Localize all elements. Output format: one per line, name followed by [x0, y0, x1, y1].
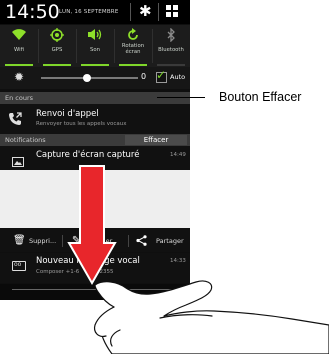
divider — [62, 235, 63, 247]
toggle-indicator — [5, 64, 33, 66]
brightness-control: ✹ 0 ✓ Auto — [0, 67, 190, 89]
brightness-thumb[interactable] — [82, 74, 91, 82]
toggle-rotation[interactable]: Rotation écran — [114, 25, 152, 67]
toggle-label: GPS — [51, 47, 63, 53]
date-label: LUN, 16 SEPTEMBRE — [59, 9, 119, 15]
notification-actions: 🗑 Suppri... ✎ Modifier Partager — [0, 230, 190, 252]
panel-bottom — [0, 284, 190, 300]
check-icon: ✓ — [156, 68, 167, 82]
grid-icon[interactable] — [166, 5, 180, 19]
trash-icon: 🗑 — [13, 235, 26, 246]
notification-voicemail[interactable]: oo Nouveau message vocal Composer +1-6 3… — [0, 253, 190, 283]
notification-time: 14:33 — [170, 258, 186, 264]
section-title: En cours — [5, 94, 34, 102]
notification-title: Nouveau message vocal — [36, 256, 140, 266]
notification-title: Renvoi d'appel — [36, 109, 99, 119]
voicemail-icon: oo — [12, 261, 26, 271]
status-bar: 14:50 LUN, 16 SEPTEMBRE ✱ — [0, 0, 190, 24]
toggle-label: Wifi — [14, 47, 24, 53]
toggle-bluetooth[interactable]: Bluetooth — [152, 25, 190, 67]
image-icon — [12, 152, 24, 171]
divider — [158, 3, 159, 21]
toggle-label: Rotation écran — [121, 43, 145, 55]
clear-button[interactable]: Effacer — [125, 135, 187, 145]
call-forward-icon — [8, 111, 22, 130]
toggle-gps[interactable]: GPS — [38, 25, 76, 67]
notification-subtitle: Renvoyer tous les appels vocaux — [36, 121, 127, 127]
toggle-wifi[interactable]: Wifi — [0, 25, 38, 67]
notification-time: 14:49 — [170, 152, 186, 158]
clock: 14:50 — [5, 1, 60, 23]
sound-icon — [76, 28, 114, 45]
quick-settings: Wifi GPS Son Rotation écran Bluetooth — [0, 25, 190, 67]
section-header-ongoing: En cours — [0, 92, 190, 104]
edit-action[interactable]: ✎ Modifier — [64, 230, 126, 252]
gps-icon — [38, 28, 76, 46]
wifi-icon — [0, 28, 38, 45]
notification-call-forwarding[interactable]: Renvoi d'appel Renvoyer tous les appels … — [0, 104, 190, 134]
callout-label: Bouton Effacer — [219, 90, 302, 104]
auto-checkbox[interactable]: ✓ — [156, 68, 167, 83]
bluetooth-icon — [152, 27, 190, 46]
share-action[interactable]: Partager — [130, 230, 190, 252]
brightness-icon: ✹ — [14, 70, 25, 84]
callout-line — [157, 97, 205, 98]
delete-action[interactable]: 🗑 Suppri... — [0, 230, 60, 252]
toggle-sound[interactable]: Son — [76, 25, 114, 67]
brightness-value: 0 — [141, 72, 147, 81]
action-label: Modifier — [86, 237, 113, 245]
screenshot-preview[interactable] — [0, 170, 190, 228]
section-title: Notifications — [5, 136, 46, 144]
toggle-label: Bluetooth — [158, 47, 184, 53]
gear-icon[interactable]: ✱ — [139, 2, 152, 20]
notification-screenshot[interactable]: Capture d'écran capturé 14:49 — [0, 146, 190, 170]
notification-title: Capture d'écran capturé — [36, 150, 140, 160]
toggle-indicator — [157, 64, 185, 66]
clear-button-label: Effacer — [143, 136, 169, 144]
divider — [130, 3, 131, 21]
notification-subtitle: Composer +1-6 — [36, 269, 80, 275]
auto-label: Auto — [170, 73, 186, 81]
section-header-notifications: Notifications Effacer — [0, 134, 190, 146]
toggle-indicator — [81, 64, 109, 66]
pencil-icon: ✎ — [72, 235, 81, 246]
notification-subtitle-number: 383-2355 — [87, 269, 114, 275]
toggle-label: Son — [90, 47, 100, 53]
notification-panel: 14:50 LUN, 16 SEPTEMBRE ✱ Wifi GPS Son R… — [0, 0, 190, 300]
drag-handle[interactable] — [12, 289, 178, 290]
share-icon — [136, 235, 147, 250]
toggle-indicator — [43, 64, 71, 66]
toggle-indicator — [119, 64, 147, 66]
action-label: Suppri... — [29, 237, 57, 245]
divider — [128, 235, 129, 247]
action-label: Partager — [156, 237, 184, 245]
